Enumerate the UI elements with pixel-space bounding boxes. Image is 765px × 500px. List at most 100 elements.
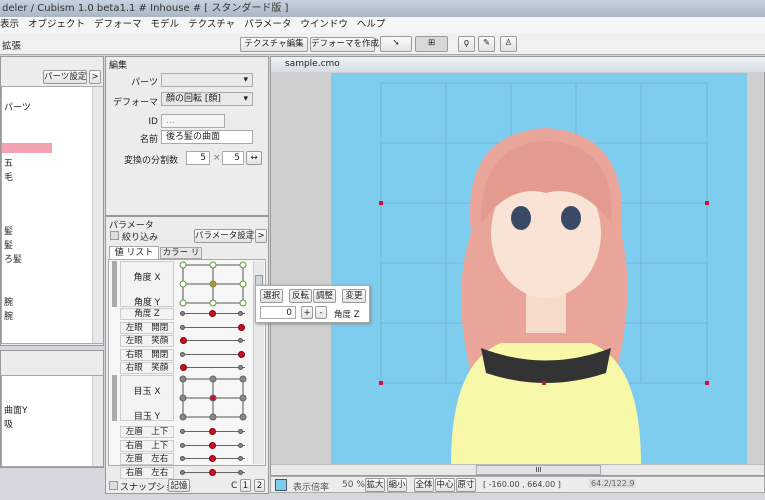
param-label: 右眼 開閉	[120, 348, 174, 361]
2d-param-label-box: 目玉 X 目玉 Y	[120, 375, 174, 422]
slider-stop	[180, 456, 185, 461]
page-1-button[interactable]: 1	[240, 479, 251, 492]
param-slider[interactable]	[180, 308, 245, 320]
menu-window[interactable]: ウインドウ	[300, 19, 348, 30]
selected-tree-row[interactable]	[2, 143, 52, 153]
canvas-hscrollbar[interactable]: III	[271, 464, 764, 475]
parameter-settings-button[interactable]: パラメータ設定	[194, 229, 254, 243]
divisions-y-field[interactable]: 5	[222, 151, 244, 165]
puppet-tool-button[interactable]: ♙	[500, 36, 517, 52]
tree-item[interactable]: パーツ	[4, 100, 31, 113]
slider-knob[interactable]	[209, 468, 216, 476]
2d-param-label-box: 角度 X 角度 Y	[120, 261, 174, 308]
slider-knob[interactable]	[238, 323, 245, 331]
tree-item[interactable]: 吸	[4, 417, 13, 430]
parts-more-button[interactable]: >	[89, 70, 101, 84]
slider-knob[interactable]	[209, 428, 216, 435]
param-slider[interactable]	[180, 440, 245, 452]
param-slider[interactable]	[180, 453, 245, 465]
param-slider[interactable]	[180, 322, 245, 334]
tree-item[interactable]: 五	[4, 156, 13, 169]
filter-checkbox[interactable]	[110, 231, 119, 240]
menu-bar: 表示 オブジェクト デフォーマ モデル テクスチャ パラメータ ウインドウ ヘルプ	[0, 17, 765, 33]
pad-point	[179, 375, 187, 383]
canvas-tab-label: sample.cmo	[285, 59, 340, 69]
actual-size-button[interactable]: 原寸	[456, 478, 476, 492]
param-slider[interactable]	[180, 362, 245, 374]
zoom-in-button[interactable]: 拡大	[365, 478, 385, 492]
popup-minus-button[interactable]: -	[315, 306, 327, 319]
select-tool-button[interactable]: ➘	[380, 36, 412, 52]
tree-item[interactable]: 腕	[4, 295, 13, 308]
brush-tool-button[interactable]: ✎	[478, 36, 495, 52]
2d-parameter-pad[interactable]	[178, 375, 248, 423]
menu-object[interactable]: オブジェクト	[28, 19, 85, 30]
param-slider[interactable]	[180, 349, 245, 361]
popup-plus-button[interactable]: +	[301, 306, 313, 319]
times-sign: ×	[213, 153, 221, 163]
tree-item[interactable]: 曲面Y	[4, 403, 28, 416]
deformer-select[interactable]: 顔の回転 [顔] ▾	[161, 92, 253, 106]
slider-knob[interactable]	[209, 441, 216, 449]
slider-knob[interactable]	[238, 350, 245, 358]
popup-select-button[interactable]: 選択	[260, 289, 283, 303]
page-2-button[interactable]: 2	[254, 479, 265, 492]
param-label: 角度 X	[133, 273, 161, 283]
param-slider[interactable]	[180, 467, 245, 479]
slider-knob[interactable]	[180, 337, 187, 344]
hscroll-thumb[interactable]: III	[476, 465, 601, 475]
create-deformer-button[interactable]: デフォーマを作成	[310, 37, 379, 52]
popup-adjust-button[interactable]: 調整	[313, 289, 336, 303]
zoom-out-button[interactable]: 縮小	[387, 478, 407, 492]
canvas-tab[interactable]: sample.cmo	[271, 57, 765, 72]
slider-knob[interactable]	[209, 455, 216, 462]
menu-parameter[interactable]: パラメータ	[244, 19, 291, 30]
deformer-scrollbar[interactable]	[92, 376, 103, 466]
pad-point	[209, 413, 217, 421]
tab-value-list[interactable]: 値 リスト	[109, 246, 159, 259]
fit-button[interactable]: 全体	[414, 478, 434, 492]
mesh-tool-button[interactable]: ⊞	[415, 36, 448, 52]
parts-panel: パーツ設定 > パーツ 五 毛 髪 髪 ろ髪 腕 腕	[0, 56, 104, 346]
menu-deformer[interactable]: デフォーマ	[94, 19, 142, 30]
pad-point	[239, 280, 247, 288]
parameter-more-button[interactable]: >	[255, 229, 267, 243]
tab-color-list[interactable]: カラー リスト	[160, 247, 202, 269]
2d-parameter-pad[interactable]	[178, 261, 248, 309]
tree-item[interactable]: 腕	[4, 309, 13, 322]
drag-handle[interactable]	[112, 261, 117, 307]
store-button[interactable]: 記憶	[168, 479, 190, 492]
pad-point	[209, 299, 217, 307]
menu-model[interactable]: モデル	[151, 19, 180, 30]
pad-point	[239, 299, 247, 307]
pad-point	[209, 394, 217, 402]
divisions-x-field[interactable]: 5	[186, 151, 210, 165]
parts-scrollbar[interactable]	[92, 87, 103, 343]
lasso-tool-button[interactable]: ϙ	[458, 36, 475, 52]
parts-settings-button[interactable]: パーツ設定	[43, 70, 87, 84]
popup-change-button[interactable]: 変更	[342, 289, 366, 303]
menu-texture[interactable]: テクスチャ	[188, 19, 235, 30]
tree-item[interactable]: 毛	[4, 170, 13, 183]
snapshot-checkbox[interactable]	[109, 481, 118, 490]
menu-help[interactable]: ヘルプ	[357, 19, 386, 30]
model-canvas[interactable]	[331, 73, 747, 464]
param-slider[interactable]	[180, 426, 245, 438]
name-field[interactable]: 後ろ髪の曲面	[161, 130, 253, 144]
popup-value-field[interactable]: 0	[260, 306, 296, 319]
menu-view[interactable]: 表示	[0, 19, 19, 30]
id-field[interactable]: ...	[161, 114, 225, 128]
link-button[interactable]: ↔	[246, 151, 262, 165]
drag-handle[interactable]	[112, 375, 117, 421]
tree-item[interactable]: 髪	[4, 224, 13, 237]
texture-edit-button[interactable]: テクスチャ編集	[240, 37, 308, 52]
slider-knob[interactable]	[180, 364, 187, 371]
slider-knob[interactable]	[209, 310, 216, 317]
parts-select[interactable]: ▾	[161, 73, 253, 87]
popup-flip-button[interactable]: 反転	[289, 289, 312, 303]
tree-item[interactable]: ろ髪	[4, 252, 22, 265]
param-slider[interactable]	[180, 335, 245, 347]
center-button[interactable]: 中心	[435, 478, 455, 492]
bg-color-swatch[interactable]	[275, 479, 287, 491]
tree-item[interactable]: 髪	[4, 238, 13, 251]
